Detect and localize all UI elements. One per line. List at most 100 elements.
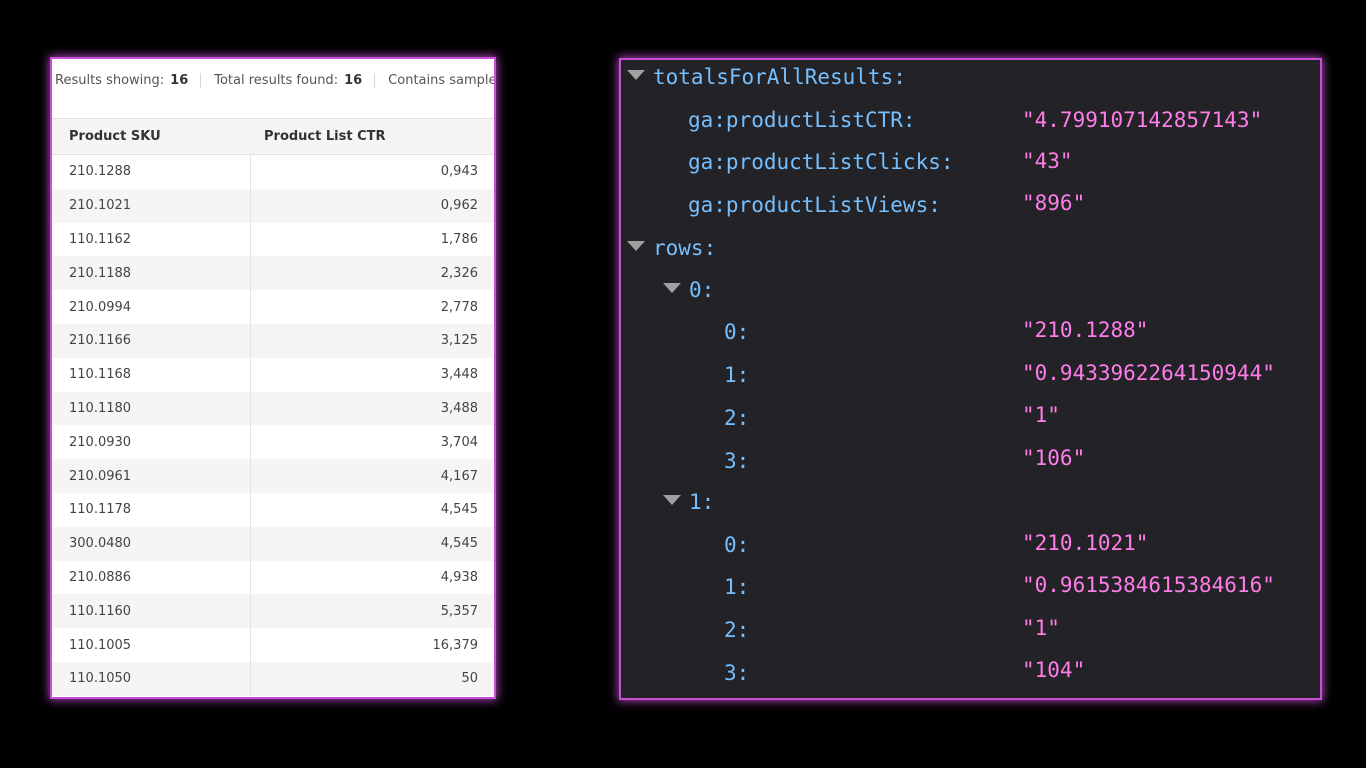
- product-list-ctr-cell: 2,326: [440, 265, 478, 281]
- table-row: 110.1178 4,545: [52, 492, 494, 527]
- json-entry-product-list-clicks: ga:productListClicks:: [688, 147, 954, 177]
- product-list-ctr-cell: 3,704: [440, 434, 478, 450]
- json-string-value: "4.799107142857143": [1022, 108, 1263, 132]
- json-string-value: "43": [1022, 149, 1073, 173]
- json-key: 1:: [724, 363, 750, 387]
- product-list-ctr-cell: 0,943: [440, 164, 478, 180]
- json-entry: 2:: [724, 615, 749, 645]
- table-row: 110.1005 16,379: [52, 628, 494, 662]
- product-sku-cell: 210.0886: [52, 560, 251, 595]
- product-sku-cell: 110.1005: [52, 628, 251, 662]
- product-sku-cell: 210.1188: [52, 256, 251, 291]
- product-list-ctr-cell: 50: [461, 671, 478, 687]
- table-row: 210.1166 3,125: [52, 323, 494, 358]
- json-key: 1:: [724, 575, 750, 599]
- product-list-ctr-cell: 16,379: [432, 637, 479, 653]
- json-node-row-0[interactable]: 0:: [663, 275, 714, 305]
- sampled-data-text: Contains sampled d: [388, 73, 494, 88]
- json-string-value: "106": [1022, 446, 1086, 470]
- json-entry: 1:: [724, 572, 749, 602]
- column-header-product-list-ctr[interactable]: Product List CTR: [251, 129, 386, 144]
- json-node-rows[interactable]: rows:: [627, 233, 716, 263]
- table-row: 110.1050 50: [52, 661, 494, 696]
- table-row: 210.0930 3,704: [52, 425, 494, 460]
- json-key: 2:: [724, 406, 750, 430]
- product-sku-cell: 110.1180: [52, 391, 251, 426]
- product-sku-cell: 110.1162: [52, 222, 251, 257]
- table-row: 110.1180 3,488: [52, 391, 494, 426]
- json-key: 3:: [724, 449, 750, 473]
- results-showing-label: Results showing:: [55, 73, 165, 88]
- product-list-ctr-cell: 3,125: [440, 333, 478, 349]
- table-row: 210.0961 4,167: [52, 459, 494, 493]
- results-summary-bar: Results showing: 16 Total results found:…: [52, 59, 494, 102]
- table-row: 110.1160 5,357: [52, 594, 494, 629]
- product-sku-cell: 210.1166: [52, 323, 251, 358]
- json-string-value: "0.9615384615384616": [1022, 573, 1275, 597]
- json-key: ga:productListViews:: [688, 193, 941, 217]
- collapse-triangle-icon[interactable]: [663, 283, 681, 293]
- json-entry: 2:: [724, 403, 749, 433]
- product-sku-cell: 210.0930: [52, 425, 251, 460]
- collapse-triangle-icon[interactable]: [627, 241, 645, 251]
- product-list-ctr-cell: 3,488: [440, 400, 478, 416]
- json-key: 0:: [724, 533, 750, 557]
- column-header-product-sku[interactable]: Product SKU: [52, 129, 251, 144]
- results-showing-value: 16: [170, 73, 189, 88]
- product-list-ctr-cell: 2,778: [440, 299, 478, 315]
- collapse-triangle-icon[interactable]: [663, 495, 681, 505]
- json-key: 2:: [724, 618, 750, 642]
- json-string-value: "1": [1022, 616, 1060, 640]
- total-found-label: Total results found:: [214, 73, 339, 88]
- collapse-triangle-icon[interactable]: [627, 70, 645, 80]
- product-sku-cell: 210.0961: [52, 459, 251, 493]
- table-body: 210.1288 0,943 210.1021 0,962 110.1162 1,786 2…: [52, 155, 494, 696]
- sampled-data-notice[interactable]: Contains sampled d: [374, 73, 494, 88]
- product-sku-cell: 110.1178: [52, 492, 251, 527]
- json-key-row-index: 0:: [689, 278, 715, 302]
- json-entry: 3:: [724, 658, 749, 688]
- table-row: 210.1288 0,943: [52, 155, 494, 189]
- json-key-row-index: 1:: [689, 490, 715, 514]
- json-entry: 1:: [724, 360, 749, 390]
- product-sku-cell: 300.0480: [52, 526, 251, 561]
- json-key: 3:: [724, 661, 750, 685]
- product-list-ctr-cell: 4,545: [440, 536, 478, 552]
- table-row: 210.0886 4,938: [52, 560, 494, 595]
- json-node-row-1[interactable]: 1:: [663, 487, 714, 517]
- json-key-totals: totalsForAllResults:: [653, 65, 906, 89]
- json-key: ga:productListClicks:: [688, 150, 954, 174]
- json-string-value: "0.9433962264150944": [1022, 361, 1275, 385]
- report-table-panel: Results showing: 16 Total results found:…: [52, 59, 494, 697]
- json-string-value: "210.1288": [1022, 318, 1149, 342]
- product-sku-cell: 210.0994: [52, 290, 251, 324]
- table-row: 210.0994 2,778: [52, 290, 494, 324]
- product-list-ctr-cell: 4,167: [440, 468, 478, 484]
- product-list-ctr-cell: 1,786: [440, 231, 478, 247]
- table-row: 210.1188 2,326: [52, 256, 494, 291]
- json-string-value: "104": [1022, 658, 1086, 682]
- table-row: 110.1162 1,786: [52, 222, 494, 257]
- json-entry-product-list-ctr: ga:productListCTR:: [688, 105, 916, 135]
- product-sku-cell: 110.1050: [52, 661, 251, 696]
- json-entry: 3:: [724, 446, 749, 476]
- total-found-value: 16: [344, 73, 363, 88]
- json-string-value: "1": [1022, 403, 1060, 427]
- product-list-ctr-cell: 4,938: [440, 569, 478, 585]
- json-key: 0:: [724, 320, 750, 344]
- table-row: 110.1168 3,448: [52, 357, 494, 392]
- json-entry: 0:: [724, 530, 749, 560]
- product-sku-cell: 210.1021: [52, 188, 251, 223]
- results-showing: Results showing: 16: [52, 73, 200, 88]
- json-entry: 0:: [724, 317, 749, 347]
- json-entry-product-list-views: ga:productListViews:: [688, 190, 941, 220]
- table-row: 300.0480 4,545: [52, 526, 494, 561]
- total-results-found: Total results found: 16: [200, 73, 374, 88]
- json-string-value: "896": [1022, 191, 1086, 215]
- json-node-totals[interactable]: totalsForAllResults:: [627, 62, 906, 92]
- json-viewer-panel: totalsForAllResults: ga:productListCTR: …: [621, 60, 1320, 698]
- product-list-ctr-cell: 3,448: [440, 367, 478, 383]
- product-list-ctr-cell: 5,357: [440, 603, 478, 619]
- product-sku-cell: 210.1288: [52, 155, 251, 189]
- product-sku-cell: 110.1168: [52, 357, 251, 392]
